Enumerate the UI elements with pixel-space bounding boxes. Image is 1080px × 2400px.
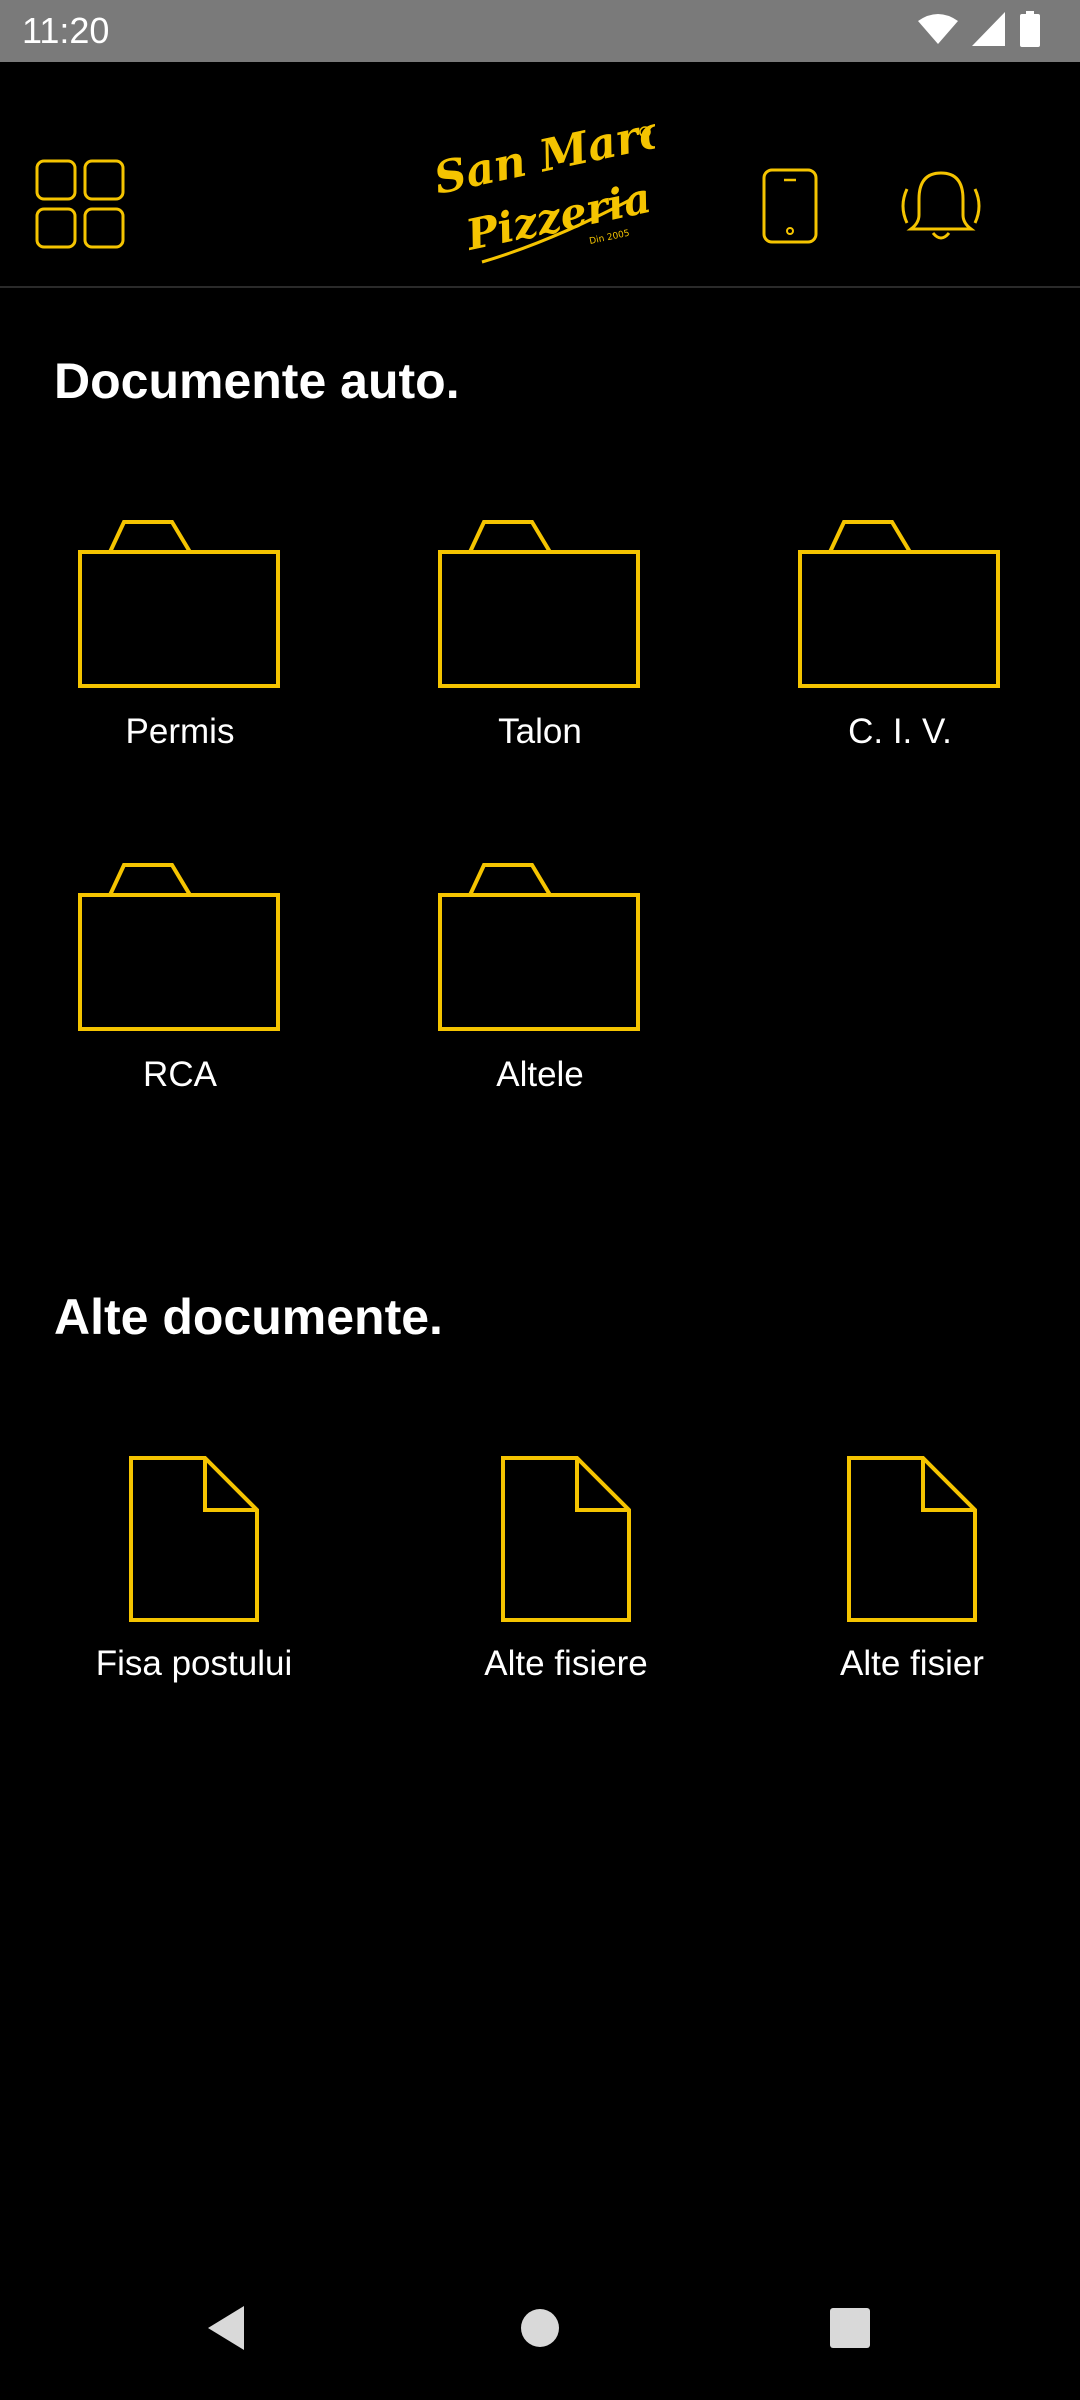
status-icons — [918, 10, 1040, 52]
nav-home-button[interactable] — [500, 2288, 580, 2368]
notifications-button[interactable] — [896, 166, 986, 246]
folder-icon — [798, 520, 1000, 688]
file-alte-fisiere[interactable]: Alte fisiere — [436, 1456, 696, 1684]
file-icon — [847, 1456, 977, 1622]
status-time: 11:20 — [22, 10, 110, 51]
grid-menu-icon — [35, 159, 125, 249]
file-icon — [129, 1456, 259, 1622]
battery-icon — [1020, 10, 1040, 52]
folder-label: Talon — [498, 712, 582, 751]
nav-recents-button[interactable] — [810, 2288, 890, 2368]
system-nav-bar — [0, 2248, 1080, 2400]
folder-icon — [78, 520, 280, 688]
folder-label: C. I. V. — [848, 712, 952, 751]
brand-logo: San Marco Pizzeria Din 2005 — [430, 100, 699, 272]
back-icon — [208, 2306, 244, 2350]
folder-altele[interactable]: Altele — [410, 863, 670, 1095]
signal-icon — [972, 11, 1006, 51]
file-label: Alte fisier — [840, 1644, 984, 1683]
bell-icon — [901, 171, 981, 240]
section-title-auto: Documente auto. — [54, 353, 460, 409]
folder-civ[interactable]: C. I. V. — [770, 520, 1030, 752]
nav-back-button[interactable] — [186, 2288, 266, 2368]
wifi-icon — [918, 13, 958, 50]
device-button[interactable] — [760, 166, 820, 246]
home-icon — [521, 2309, 559, 2347]
recents-icon — [830, 2308, 870, 2348]
phone-icon — [762, 168, 818, 244]
file-label: Fisa postului — [95, 1644, 293, 1683]
status-bar: 11:20 — [0, 0, 1080, 62]
app-bar: San Marco Pizzeria Din 2005 — [0, 62, 1080, 288]
file-label: Alte fisiere — [484, 1644, 648, 1683]
folder-label: RCA — [143, 1055, 217, 1094]
grid-menu-button[interactable] — [34, 158, 126, 250]
folder-rca[interactable]: RCA — [50, 863, 310, 1095]
file-icon — [501, 1456, 631, 1622]
file-fisa-postului[interactable]: Fisa postului — [64, 1456, 324, 1684]
folder-label: Altele — [496, 1055, 584, 1094]
section-title-other: Alte documente. — [54, 1289, 443, 1345]
folder-permis[interactable]: Permis — [50, 520, 310, 752]
folder-talon[interactable]: Talon — [410, 520, 670, 752]
folder-icon — [438, 520, 640, 688]
file-alte-fisier[interactable]: Alte fisier — [782, 1456, 1042, 1684]
folder-icon — [78, 863, 280, 1031]
folder-label: Permis — [125, 712, 235, 751]
folder-icon — [438, 863, 640, 1031]
